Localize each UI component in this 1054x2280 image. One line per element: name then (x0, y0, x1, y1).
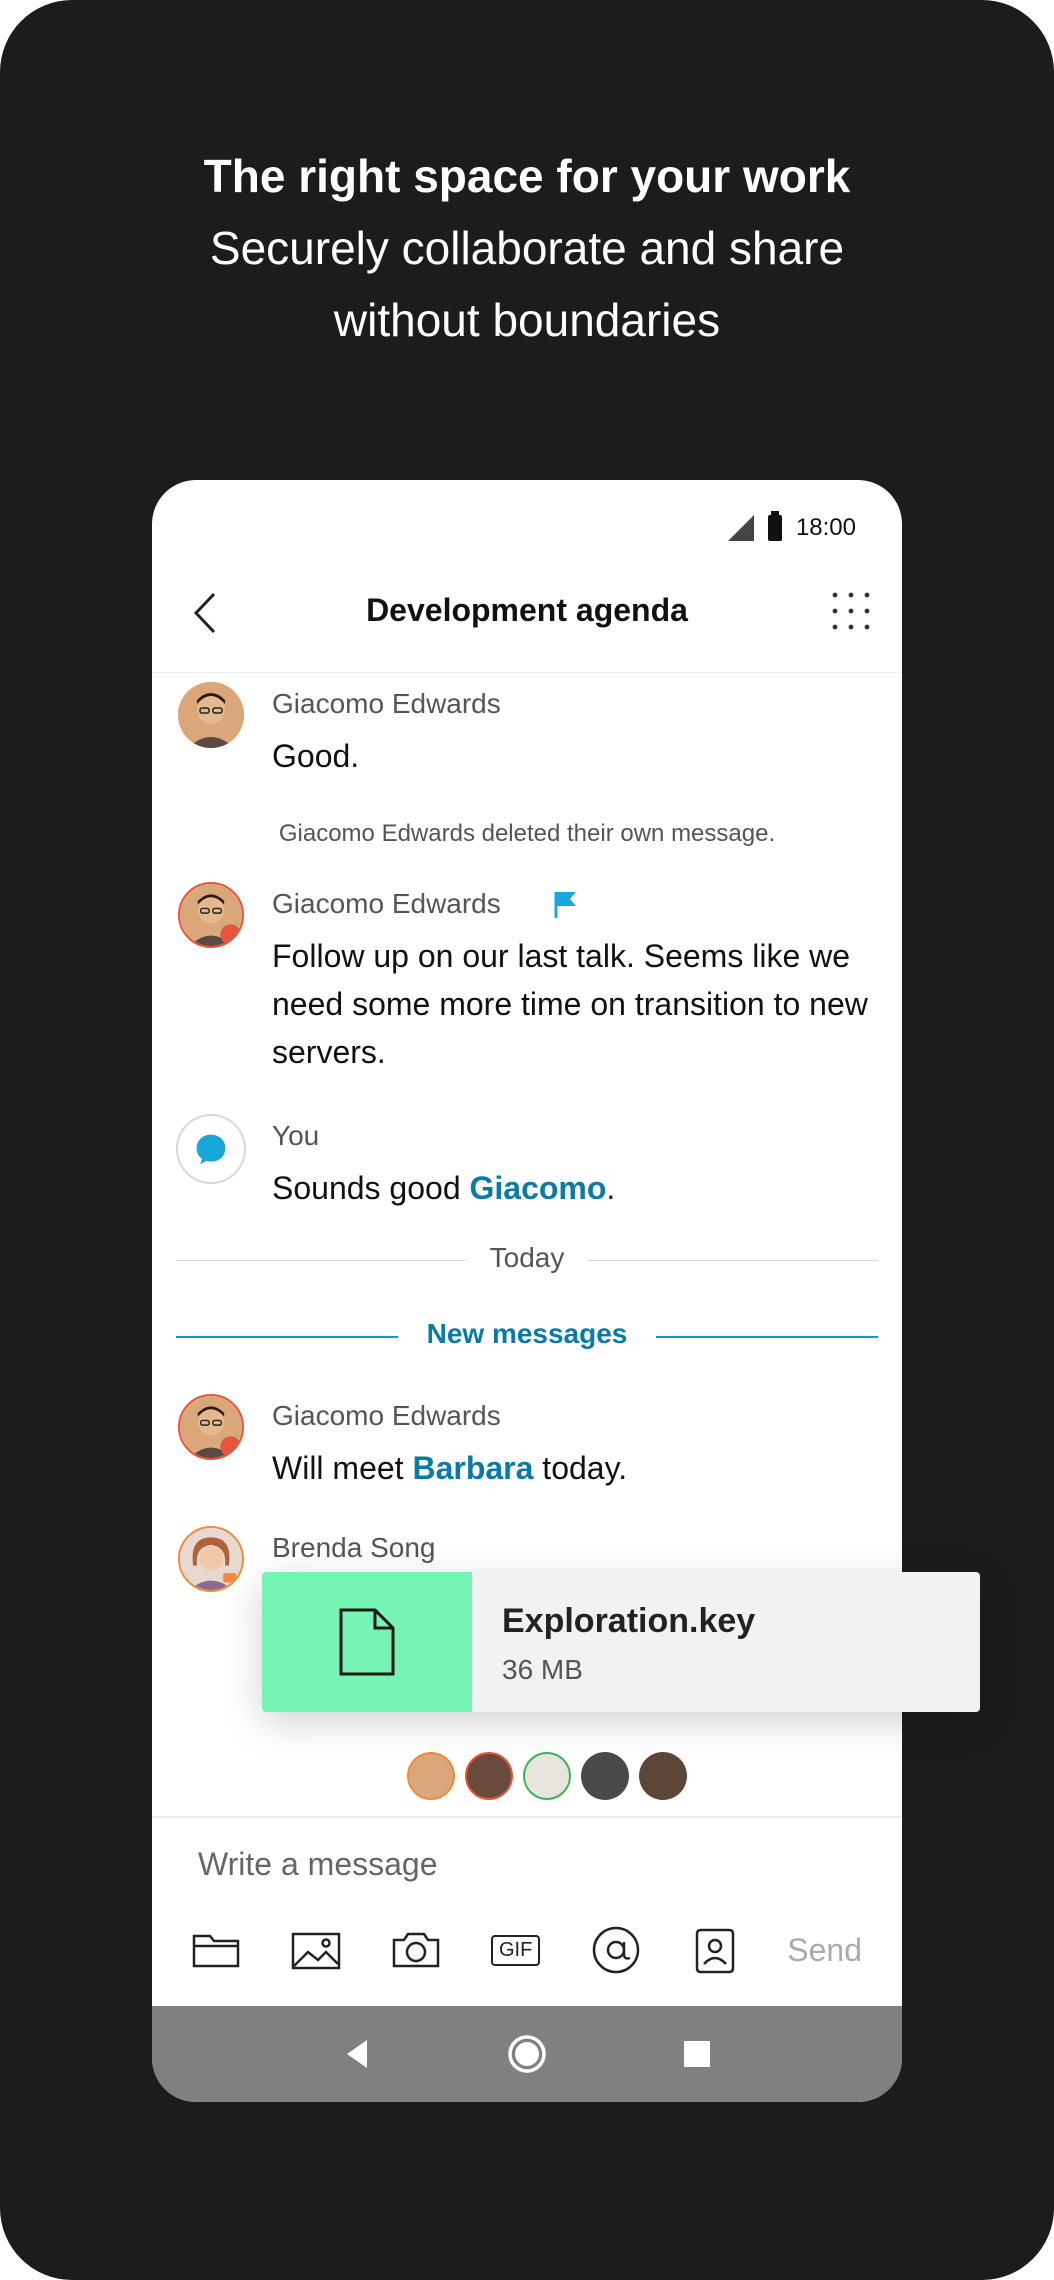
hero-subtitle-line2: without boundaries (333, 294, 721, 346)
new-messages-label: New messages (426, 1318, 628, 1349)
battery-icon (767, 511, 782, 541)
more-options-grid-icon[interactable] (830, 590, 872, 632)
sender-name: Giacomo Edwards (272, 1400, 501, 1431)
avatar[interactable] (178, 682, 244, 748)
message-item[interactable]: You Sounds good Giacomo. (152, 1112, 902, 1222)
message-text-part: today. (533, 1450, 628, 1486)
sender-name: You (272, 1120, 320, 1151)
contact-card-icon[interactable] (687, 1922, 743, 1978)
conversation-header: Development agenda (152, 562, 902, 673)
person-avatar-icon (180, 1528, 242, 1590)
sender-name: Giacomo Edwards (272, 888, 501, 919)
message-input[interactable]: Write a message (198, 1846, 438, 1883)
new-messages-divider: New messages (176, 1316, 878, 1356)
folder-icon[interactable] (188, 1922, 244, 1978)
message-text: Sounds good Giacomo. (272, 1164, 872, 1212)
person-avatar-icon (180, 884, 242, 946)
file-name: Exploration.key (502, 1602, 756, 1640)
composer-divider (152, 1816, 902, 1818)
composer-toolbar: GIF Send (188, 1918, 862, 1982)
avatar[interactable] (178, 1526, 244, 1592)
avatar[interactable] (178, 1394, 244, 1460)
date-divider-label: Today (489, 1242, 565, 1273)
app-store-frame: The right space for your work Securely c… (0, 0, 1054, 2280)
message-text-part: Sounds good (272, 1170, 470, 1206)
file-attachment-card[interactable]: Exploration.key 36 MB (262, 1572, 980, 1712)
nav-home-icon[interactable] (503, 2030, 551, 2078)
phone-screen: 18:00 Development agenda Giacomo Edwards… (152, 480, 902, 2102)
sender-name: Giacomo Edwards (272, 688, 501, 719)
reader-avatar[interactable] (639, 1752, 687, 1800)
sender-name: Brenda Song (272, 1532, 436, 1563)
hero-title: The right space for your work (203, 150, 851, 202)
avatar[interactable] (176, 1114, 246, 1184)
chat-bubble-icon (196, 1134, 226, 1165)
hero-subtitle-line1: Securely collaborate and share (209, 222, 845, 274)
reader-avatar[interactable] (465, 1752, 513, 1800)
person-avatar-icon (180, 1396, 242, 1458)
message-item[interactable]: Giacomo Edwards Will meet Barbara today. (152, 1392, 902, 1502)
gif-icon[interactable]: GIF (488, 1922, 544, 1978)
signal-icon (727, 515, 754, 541)
flag-icon[interactable] (552, 890, 580, 920)
reader-avatar[interactable] (581, 1752, 629, 1800)
message-text: Good. (272, 738, 360, 774)
status-bar: 18:00 (727, 508, 856, 548)
message-text-part: . (606, 1170, 616, 1206)
avatar[interactable] (178, 882, 244, 948)
system-message: Giacomo Edwards deleted their own messag… (278, 820, 776, 847)
nav-back-icon[interactable] (333, 2030, 381, 2078)
date-divider: Today (176, 1240, 878, 1280)
reader-avatar[interactable] (523, 1752, 571, 1800)
android-nav-bar (152, 2006, 902, 2102)
read-receipts (152, 1752, 902, 1802)
nav-recents-icon[interactable] (673, 2030, 721, 2078)
hero-text: The right space for your work Securely c… (0, 140, 1054, 356)
divider-line (588, 1260, 878, 1261)
gif-label: GIF (490, 1934, 541, 1966)
camera-icon[interactable] (388, 1922, 444, 1978)
message-item[interactable]: Giacomo Edwards Good. (152, 680, 902, 790)
file-size: 36 MB (502, 1654, 583, 1685)
person-avatar-icon (178, 682, 244, 748)
mention-link[interactable]: Barbara (412, 1450, 533, 1486)
mention-at-icon[interactable] (588, 1922, 644, 1978)
image-icon[interactable] (288, 1922, 344, 1978)
document-icon (339, 1608, 395, 1676)
message-text-part: Will meet (272, 1450, 413, 1486)
send-button[interactable]: Send (787, 1932, 862, 1969)
divider-line (656, 1336, 878, 1338)
message-item[interactable]: Giacomo Edwards Follow up on our last ta… (152, 880, 902, 1080)
message-text: Follow up on our last talk. Seems like w… (272, 938, 868, 1070)
conversation-title: Development agenda (366, 592, 688, 628)
mention-link[interactable]: Giacomo (470, 1170, 607, 1206)
status-time: 18:00 (795, 514, 856, 541)
file-thumbnail (262, 1572, 472, 1712)
reader-avatar[interactable] (407, 1752, 455, 1800)
message-text: Will meet Barbara today. (272, 1444, 872, 1492)
